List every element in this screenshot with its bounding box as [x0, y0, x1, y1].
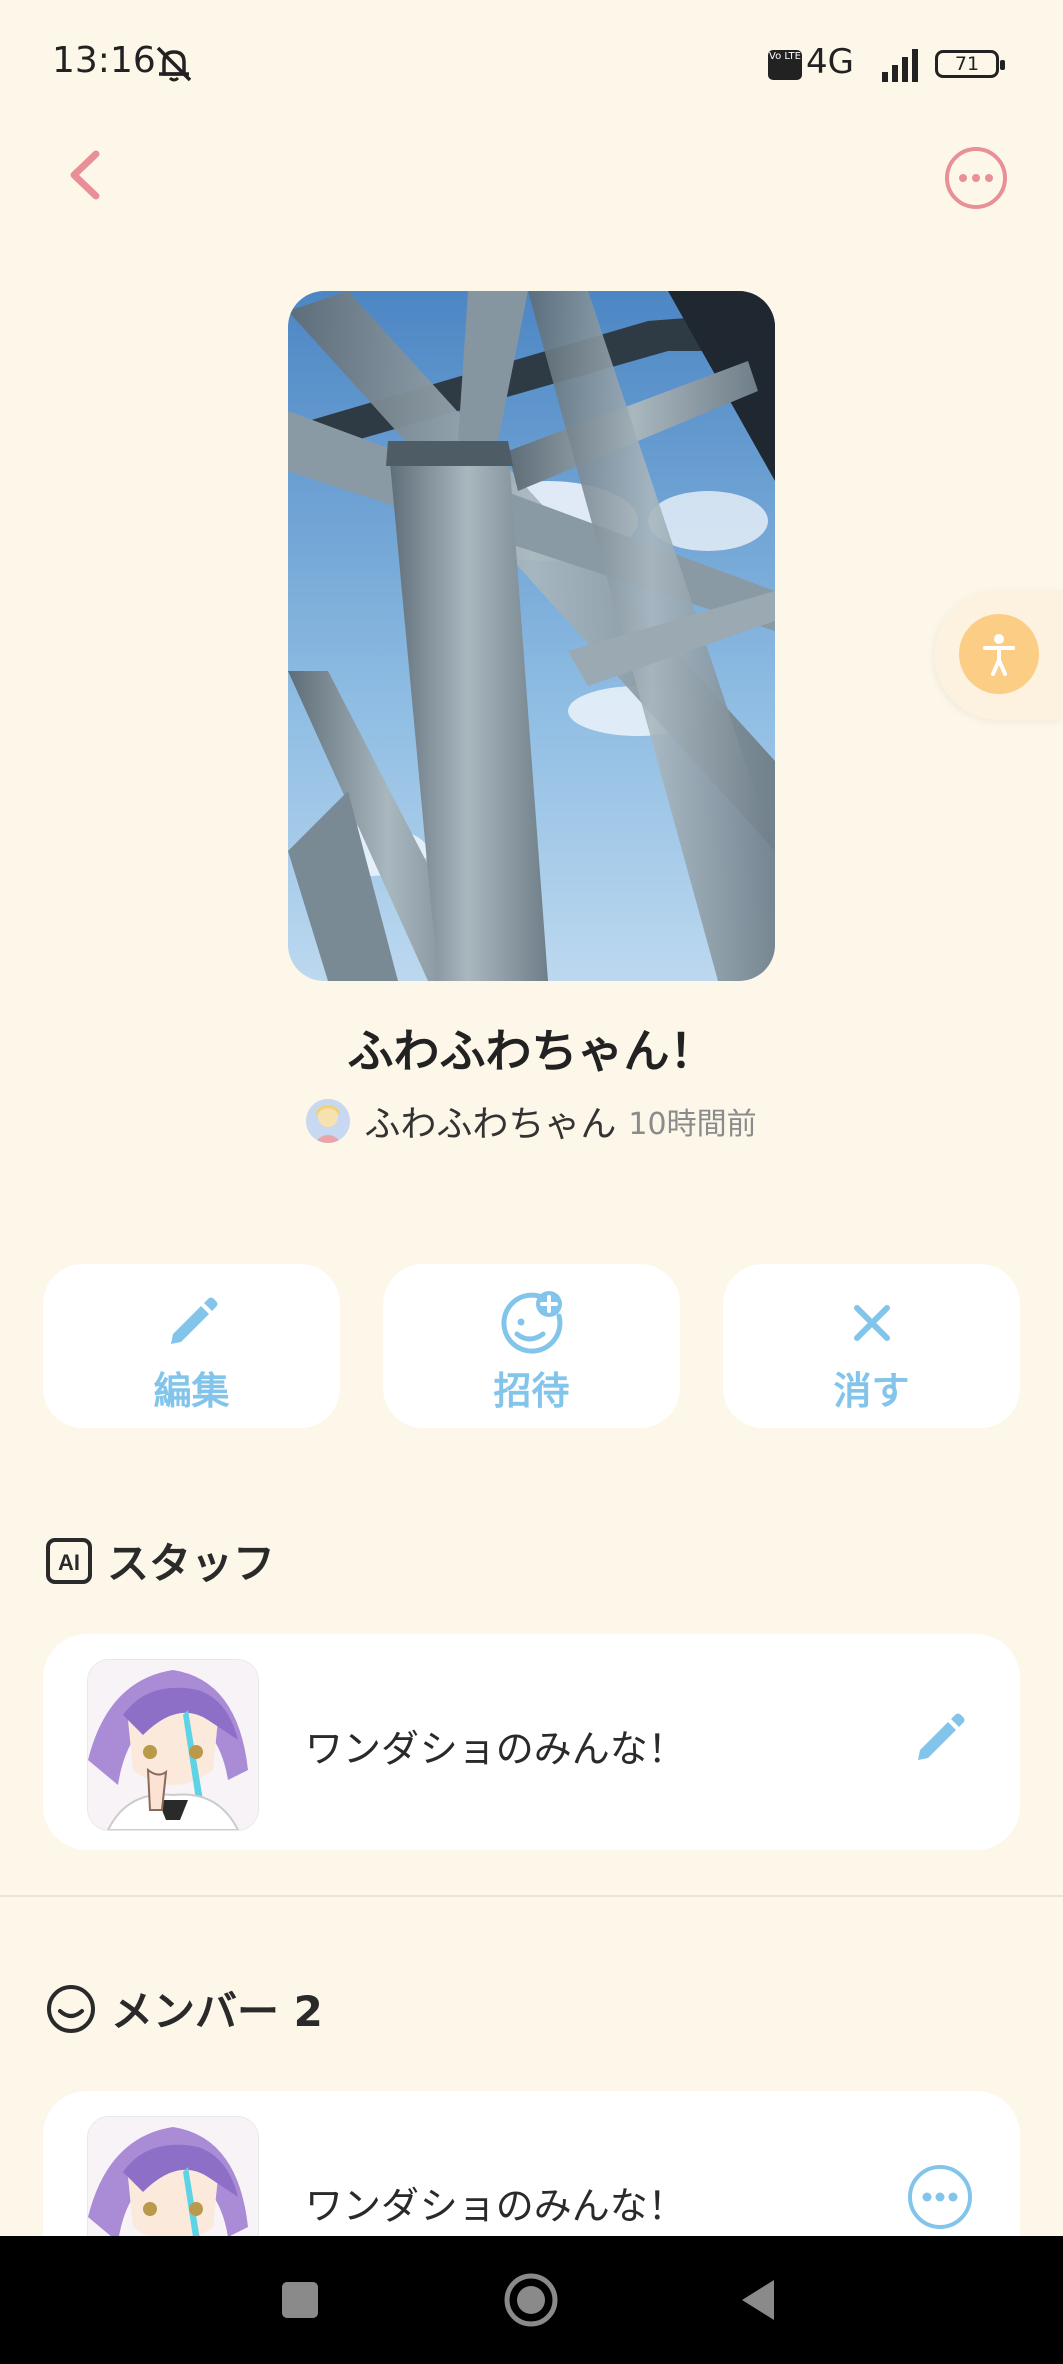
battery-icon: 71	[935, 50, 1005, 78]
room-title: ふわふわちゃん！	[347, 1024, 716, 1078]
room-cover-image	[288, 291, 775, 981]
smile-icon	[47, 1984, 95, 2033]
floating-assist-button[interactable]	[935, 590, 1063, 720]
staff-name: ワンダショのみんな！	[305, 1727, 686, 1771]
author-avatar[interactable]	[306, 1099, 351, 1143]
member-section-header: メンバー 2	[45, 1978, 323, 2039]
more-options-icon[interactable]	[943, 145, 1009, 211]
svg-text:AI: AI	[58, 1550, 80, 1575]
member-title: メンバー 2	[111, 1987, 323, 2036]
staff-avatar	[87, 1659, 259, 1831]
back-chevron-icon[interactable]	[52, 140, 122, 210]
invite-button[interactable]: 招待	[383, 1264, 680, 1428]
close-icon	[853, 1305, 890, 1341]
home-icon[interactable]	[501, 2270, 561, 2330]
bell-muted-icon	[156, 46, 192, 82]
pencil-icon[interactable]	[906, 1706, 974, 1774]
status-time: 13:16	[52, 40, 156, 81]
room-author-row: ふわふわちゃん 10時間前	[0, 1095, 1063, 1147]
volte-badge: Vo LTE	[768, 50, 802, 80]
status-bar: 13:16 Vo LTE 4G 71	[0, 0, 1063, 130]
edit-label: 編集	[153, 1369, 230, 1413]
network-type: 4G	[806, 42, 854, 82]
staff-section-header: AI スタッフ	[45, 1530, 275, 1591]
battery-level: 71	[954, 53, 980, 75]
invite-label: 招待	[493, 1369, 570, 1413]
system-navigation-bar	[0, 2236, 1063, 2364]
delete-button[interactable]: 消す	[723, 1264, 1020, 1428]
delete-label: 消す	[833, 1369, 910, 1413]
member-name: ワンダショのみんな！	[305, 2184, 686, 2228]
section-divider	[0, 1895, 1063, 1897]
recent-apps-icon[interactable]	[270, 2270, 330, 2330]
back-triangle-icon[interactable]	[730, 2270, 790, 2330]
accessibility-icon	[983, 634, 1015, 676]
add-person-icon	[500, 1291, 562, 1354]
staff-title: スタッフ	[107, 1539, 276, 1588]
pencil-icon	[170, 1297, 217, 1344]
action-buttons: 編集 招待 消す	[43, 1264, 1020, 1428]
signal-icon	[882, 49, 918, 82]
more-horizontal-icon[interactable]	[906, 2163, 974, 2231]
ai-icon: AI	[46, 1537, 92, 1584]
author-name[interactable]: ふわふわちゃん	[364, 1104, 616, 1145]
time-ago: 10時間前	[628, 1107, 757, 1142]
staff-item[interactable]: ワンダショのみんな！	[43, 1634, 1020, 1850]
edit-button[interactable]: 編集	[43, 1264, 340, 1428]
